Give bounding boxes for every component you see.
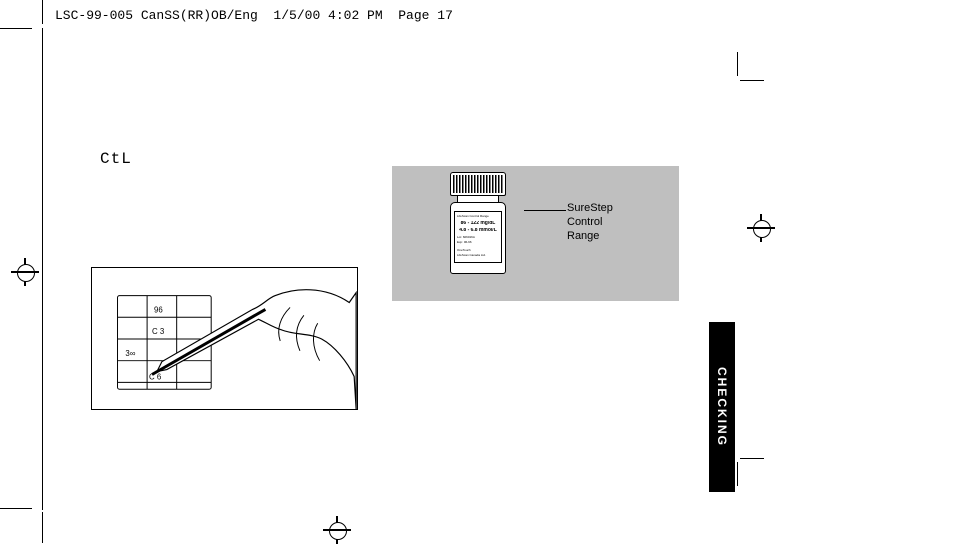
crop-mark	[42, 0, 43, 24]
crop-mark	[740, 458, 764, 459]
bottle-cap-icon	[450, 172, 506, 196]
crop-mark	[0, 508, 32, 509]
meter-display-label: CtL	[100, 150, 132, 168]
crop-mark	[737, 52, 738, 76]
prepress-slug: LSC-99-005 CanSS(RR)OB/Eng 1/5/00 4:02 P…	[55, 8, 453, 23]
trim-edge	[42, 28, 43, 510]
crop-mark	[42, 512, 43, 543]
logbook-illustration: 96 C 3 3∞ C 6	[91, 267, 358, 410]
section-tab-checking: CHECKING	[709, 322, 735, 492]
registration-target-icon	[15, 262, 35, 282]
bottle-label: LifeScan Control Range 86 - 122 mg/dL 4.…	[454, 211, 502, 263]
crop-mark	[737, 462, 738, 486]
control-bottle-illustration: LifeScan Control Range 86 - 122 mg/dL 4.…	[392, 166, 679, 301]
registration-target-icon	[327, 520, 347, 540]
crop-mark	[740, 80, 764, 81]
svg-text:96: 96	[154, 305, 163, 314]
svg-text:3∞: 3∞	[125, 349, 135, 358]
crop-mark	[0, 28, 32, 29]
svg-text:C 3: C 3	[152, 327, 165, 336]
callout-leader-line	[524, 210, 566, 211]
registration-target-icon	[751, 218, 771, 238]
bottle-callout: SureStep Control Range	[567, 201, 613, 243]
